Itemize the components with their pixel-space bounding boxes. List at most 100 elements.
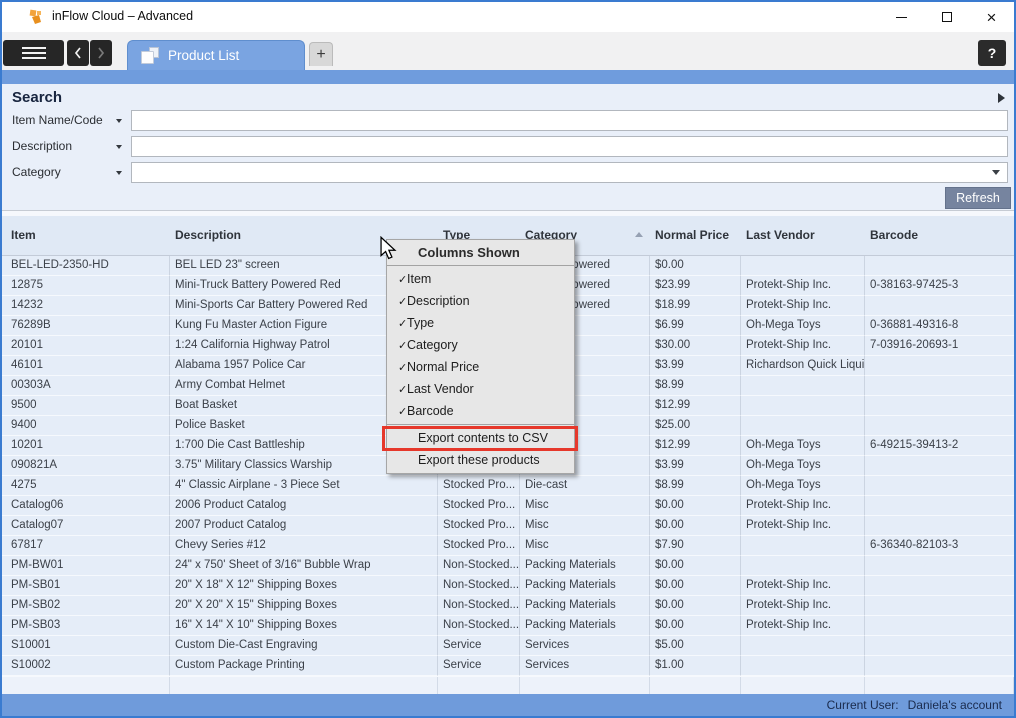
cell-item[interactable]: S10001 [2, 636, 170, 656]
category-input[interactable] [131, 162, 1008, 183]
menu-item-export-these-products[interactable]: Export these products [387, 449, 574, 471]
main-menu-button[interactable] [3, 40, 64, 66]
menu-item-column-category[interactable]: ✓Category [387, 334, 574, 356]
cell-type[interactable]: Service [438, 636, 520, 656]
cell-price[interactable]: $6.99 [650, 316, 741, 336]
item-name-code-input[interactable] [131, 110, 1008, 131]
cell-barcode[interactable] [865, 356, 1014, 376]
cell-vendor[interactable] [741, 636, 865, 656]
cell-type[interactable]: Stocked Pro... [438, 476, 520, 496]
menu-item-column-type[interactable]: ✓Type [387, 312, 574, 334]
cell-price[interactable]: $12.99 [650, 436, 741, 456]
menu-item-export-contents-to-csv[interactable]: Export contents to CSV [387, 427, 574, 449]
cell-barcode[interactable] [865, 416, 1014, 436]
cell-barcode[interactable] [865, 616, 1014, 636]
cell-vendor[interactable]: Protekt-Ship Inc. [741, 596, 865, 616]
cell-description[interactable]: 24" x 750' Sheet of 3/16" Bubble Wrap [170, 556, 438, 576]
cell-category[interactable]: Services [520, 636, 650, 656]
cell-price[interactable]: $0.00 [650, 576, 741, 596]
filter-field-item-name-code[interactable]: Item Name/Code [12, 113, 103, 127]
cell-price[interactable]: $0.00 [650, 616, 741, 636]
field-dropdown-icon[interactable] [116, 145, 122, 149]
cell-item[interactable]: 4275 [2, 476, 170, 496]
cell-type[interactable]: Non-Stocked... [438, 576, 520, 596]
filter-field-description[interactable]: Description [12, 139, 72, 153]
cell-description[interactable]: Custom Package Printing [170, 656, 438, 676]
cell-category[interactable]: Packing Materials [520, 596, 650, 616]
table-row[interactable]: PM-SB0120" X 18" X 12" Shipping BoxesNon… [2, 576, 1014, 596]
cell-item[interactable]: S10002 [2, 656, 170, 676]
cell-barcode[interactable] [865, 496, 1014, 516]
cell-category[interactable]: Services [520, 656, 650, 676]
cell-vendor[interactable]: Protekt-Ship Inc. [741, 276, 865, 296]
description-input[interactable] [131, 136, 1008, 157]
cell-description[interactable]: 2007 Product Catalog [170, 516, 438, 536]
cell-barcode[interactable] [865, 296, 1014, 316]
cell-vendor[interactable] [741, 656, 865, 676]
cell-vendor[interactable] [741, 536, 865, 556]
cell-vendor[interactable]: Oh-Mega Toys [741, 316, 865, 336]
cell-barcode[interactable] [865, 656, 1014, 676]
cell-vendor[interactable]: Protekt-Ship Inc. [741, 616, 865, 636]
menu-item-column-normal-price[interactable]: ✓Normal Price [387, 356, 574, 378]
cell-description[interactable]: Custom Die-Cast Engraving [170, 636, 438, 656]
cell-description[interactable]: 20" X 20" X 15" Shipping Boxes [170, 596, 438, 616]
help-button[interactable]: ? [978, 40, 1006, 66]
cell-type[interactable]: Service [438, 656, 520, 676]
table-row[interactable]: Catalog072007 Product CatalogStocked Pro… [2, 516, 1014, 536]
cell-barcode[interactable] [865, 556, 1014, 576]
cell-category[interactable]: Misc [520, 536, 650, 556]
cell-price[interactable]: $3.99 [650, 456, 741, 476]
cell-item[interactable]: Catalog07 [2, 516, 170, 536]
table-row[interactable]: Catalog062006 Product CatalogStocked Pro… [2, 496, 1014, 516]
cell-category[interactable]: Packing Materials [520, 616, 650, 636]
cell-barcode[interactable] [865, 456, 1014, 476]
cell-price[interactable]: $3.99 [650, 356, 741, 376]
cell-category[interactable]: Die-cast [520, 476, 650, 496]
cell-price[interactable]: $12.99 [650, 396, 741, 416]
cell-barcode[interactable] [865, 476, 1014, 496]
cell-item[interactable]: 090821A [2, 456, 170, 476]
cell-vendor[interactable]: Oh-Mega Toys [741, 436, 865, 456]
cell-vendor[interactable]: Protekt-Ship Inc. [741, 496, 865, 516]
cell-item[interactable]: 10201 [2, 436, 170, 456]
cell-vendor[interactable] [741, 376, 865, 396]
cell-description[interactable]: 4" Classic Airplane - 3 Piece Set [170, 476, 438, 496]
table-row[interactable]: PM-SB0316" X 14" X 10" Shipping BoxesNon… [2, 616, 1014, 636]
filter-field-category[interactable]: Category [12, 165, 61, 179]
cell-price[interactable]: $0.00 [650, 256, 741, 276]
forward-button[interactable] [90, 40, 112, 66]
new-tab-button[interactable]: + [309, 42, 333, 66]
column-header-barcode[interactable]: Barcode [865, 216, 1014, 255]
cell-barcode[interactable]: 7-03916-20693-1 [865, 336, 1014, 356]
cell-category[interactable]: Misc [520, 496, 650, 516]
cell-vendor[interactable]: Protekt-Ship Inc. [741, 576, 865, 596]
cell-vendor[interactable]: Protekt-Ship Inc. [741, 516, 865, 536]
column-header-normal-price[interactable]: Normal Price [650, 216, 741, 255]
close-button[interactable]: × [969, 2, 1014, 32]
cell-type[interactable]: Stocked Pro... [438, 496, 520, 516]
column-header-last-vendor[interactable]: Last Vendor [741, 216, 865, 255]
cell-item[interactable]: 9400 [2, 416, 170, 436]
cell-type[interactable]: Non-Stocked... [438, 596, 520, 616]
cell-type[interactable]: Non-Stocked... [438, 556, 520, 576]
cell-item[interactable]: BEL-LED-2350-HD [2, 256, 170, 276]
cell-item[interactable]: 9500 [2, 396, 170, 416]
cell-item[interactable]: 67817 [2, 536, 170, 556]
cell-type[interactable]: Stocked Pro... [438, 536, 520, 556]
cell-barcode[interactable]: 0-36881-49316-8 [865, 316, 1014, 336]
cell-item[interactable]: Catalog06 [2, 496, 170, 516]
menu-item-column-last-vendor[interactable]: ✓Last Vendor [387, 378, 574, 400]
minimize-button[interactable] [879, 2, 924, 32]
cell-item[interactable]: 76289B [2, 316, 170, 336]
cell-type[interactable]: Stocked Pro... [438, 516, 520, 536]
category-combo-dropdown-icon[interactable] [992, 170, 1000, 175]
menu-item-column-barcode[interactable]: ✓Barcode [387, 400, 574, 422]
cell-price[interactable]: $0.00 [650, 596, 741, 616]
cell-price[interactable]: $30.00 [650, 336, 741, 356]
cell-vendor[interactable]: Oh-Mega Toys [741, 476, 865, 496]
cell-barcode[interactable] [865, 596, 1014, 616]
table-row[interactable]: PM-SB0220" X 20" X 15" Shipping BoxesNon… [2, 596, 1014, 616]
cell-price[interactable]: $25.00 [650, 416, 741, 436]
cell-vendor[interactable]: Richardson Quick Liquid... [741, 356, 865, 376]
